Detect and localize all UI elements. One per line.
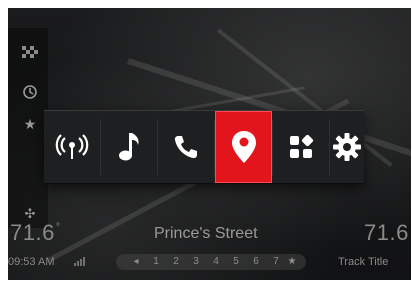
signal-strength-icon <box>74 256 86 266</box>
preset-2[interactable]: 2 <box>170 254 182 270</box>
radio-presets-bar: ◂ 1 2 3 4 5 6 7 ★ <box>116 248 306 270</box>
preset-3[interactable]: 3 <box>190 254 202 270</box>
current-street: Prince's Street <box>154 225 258 242</box>
grid-apps-icon <box>290 134 314 158</box>
checkered-flag-icon[interactable] <box>22 46 38 62</box>
map-side-rail: ★ ✣ <box>8 28 48 228</box>
preset-4[interactable]: 4 <box>210 254 222 270</box>
apps-tile[interactable] <box>273 111 329 183</box>
map-pin-icon <box>231 131 256 163</box>
preset-7[interactable]: 7 <box>270 254 282 270</box>
driver-temperature[interactable]: 71.6° <box>10 220 60 246</box>
navigation-tile[interactable] <box>215 111 272 183</box>
app-launcher-tray <box>44 110 364 184</box>
gear-icon <box>333 133 361 161</box>
preset-favorite-star[interactable]: ★ <box>286 254 298 270</box>
settings-tile[interactable] <box>330 111 364 183</box>
infotainment-screen: ★ ✣ 71.6° Prince's Street 71.6 09:53 AM … <box>8 8 411 280</box>
history-icon[interactable] <box>22 84 38 100</box>
preset-left-arrow[interactable]: ◂ <box>130 254 142 270</box>
phone-tile[interactable] <box>158 111 214 183</box>
radio-antenna-icon <box>55 134 89 159</box>
passenger-temperature[interactable]: 71.6 <box>364 220 409 246</box>
phone-icon <box>174 136 197 159</box>
degree-symbol: ° <box>55 222 61 233</box>
star-icon[interactable]: ★ <box>22 116 38 132</box>
clock-time: 09:53 AM <box>8 256 55 268</box>
preset-1[interactable]: 1 <box>150 254 162 270</box>
track-title: Track Title <box>338 256 389 268</box>
passenger-temperature-value: 71.6 <box>364 220 409 245</box>
radio-tile[interactable] <box>44 111 100 183</box>
music-note-icon <box>119 133 139 161</box>
driver-temperature-value: 71.6 <box>10 220 55 245</box>
media-tile[interactable] <box>101 111 157 183</box>
preset-5[interactable]: 5 <box>230 254 242 270</box>
preset-6[interactable]: 6 <box>250 254 262 270</box>
